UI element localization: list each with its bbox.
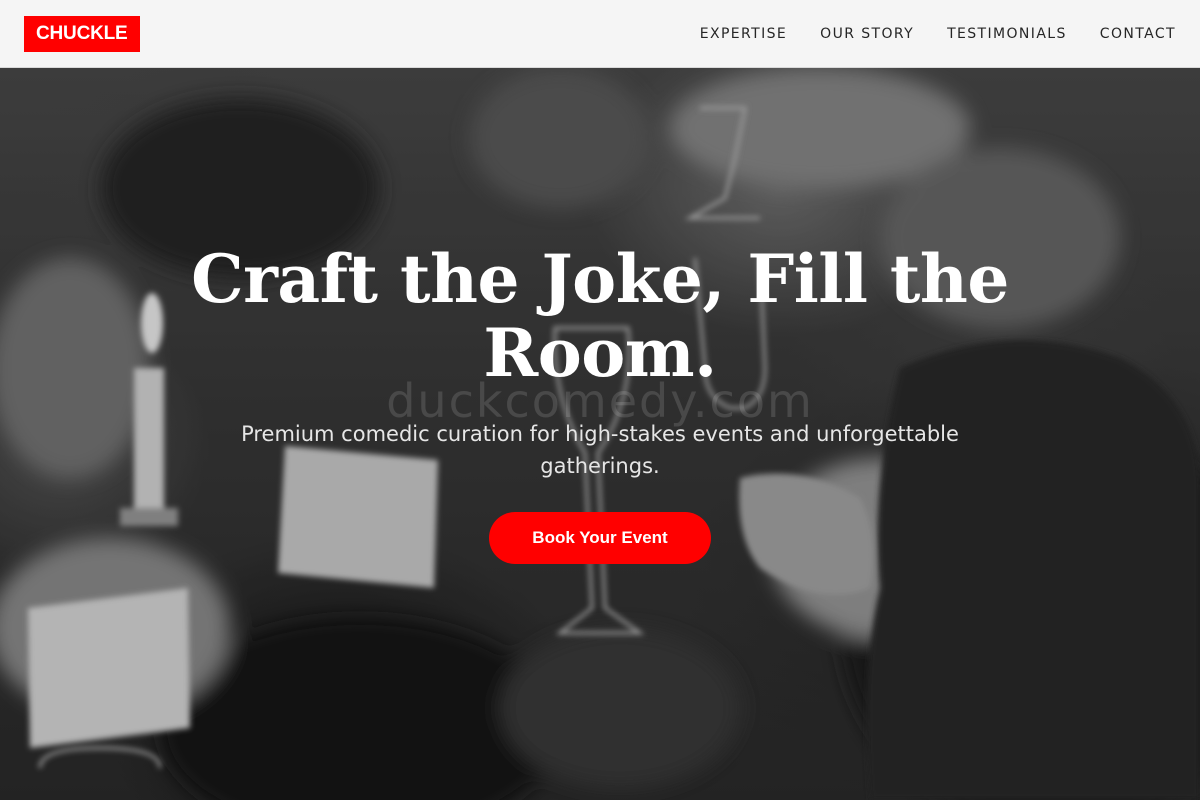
nav-link-our-story[interactable]: OUR STORY [820, 26, 914, 42]
hero-title: Craft the Joke, Fill the Room. [191, 240, 1009, 392]
landing-page: CHUCKLE EXPERTISE OUR STORY TESTIMONIALS… [0, 0, 1200, 800]
book-event-button[interactable]: Book Your Event [489, 512, 711, 564]
nav-link-contact[interactable]: CONTACT [1100, 26, 1176, 42]
hero-section: duckcomedy.com Craft the Joke, Fill the … [0, 68, 1200, 800]
site-header: CHUCKLE EXPERTISE OUR STORY TESTIMONIALS… [0, 0, 1200, 68]
hero-subtitle: Premium comedic curation for high-stakes… [241, 422, 959, 478]
nav-link-testimonials[interactable]: TESTIMONIALS [947, 26, 1067, 42]
nav-link-expertise[interactable]: EXPERTISE [700, 26, 787, 42]
hero-content: duckcomedy.com Craft the Joke, Fill the … [100, 242, 1100, 564]
main-nav: EXPERTISE OUR STORY TESTIMONIALS CONTACT [667, 0, 1176, 68]
logo-button[interactable]: CHUCKLE [24, 16, 140, 52]
